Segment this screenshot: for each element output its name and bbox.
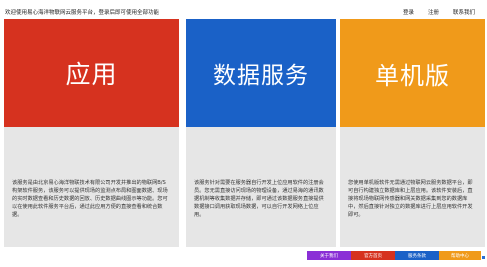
register-link[interactable]: 注册 [428,8,439,16]
panel-data-service-title[interactable]: 数据服务 [186,19,336,127]
help-center-button[interactable]: 帮助中心 [439,251,481,260]
official-home-button[interactable]: 官方首页 [351,251,395,260]
panel-data-service[interactable]: 数据服务 该服务针对需要在服务器自行开发上位应用软件的注册会员。您无需直接访问现… [186,19,336,247]
panel-standalone[interactable]: 单机版 您使用单机版软件无需通过物联网云服务数据平台，即可自行构建独立数据库和上… [340,19,485,247]
welcome-text: 欢迎使用易心海洋物联网云服务平台，登录后即可使用全部功能 [5,10,160,16]
scroll-marker-icon [482,256,485,259]
login-link[interactable]: 登录 [403,8,414,16]
page: 欢迎使用易心海洋物联网云服务平台，登录后即可使用全部功能 登录 注册 联系我们 … [0,0,487,267]
panel-application[interactable]: 应用 该服务是由北京易心海洋物联技术有限公司开发并推出的物联网B/S构架软件服务… [4,19,179,247]
top-links: 登录 注册 联系我们 [403,8,475,16]
panel-application-title[interactable]: 应用 [4,19,179,127]
panel-standalone-title[interactable]: 单机版 [340,19,485,127]
about-us-button[interactable]: 关于我们 [307,251,351,260]
footer-bar: 关于我们 官方首页 服务条款 帮助中心 [307,251,481,260]
contact-us-link[interactable]: 联系我们 [453,8,475,16]
panel-standalone-description: 您使用单机版软件无需通过物联网云服务数据平台，即可自行构建独立数据库和上层应用。… [348,180,473,218]
terms-of-service-button[interactable]: 服务条款 [395,251,439,260]
panel-data-service-description: 该服务针对需要在服务器自行开发上位应用软件的注册会员。您无需直接访问现场的物理设… [194,180,324,218]
panel-application-description: 该服务是由北京易心海洋物联技术有限公司开发并推出的物联网B/S构架软件服务，该服… [12,180,168,218]
